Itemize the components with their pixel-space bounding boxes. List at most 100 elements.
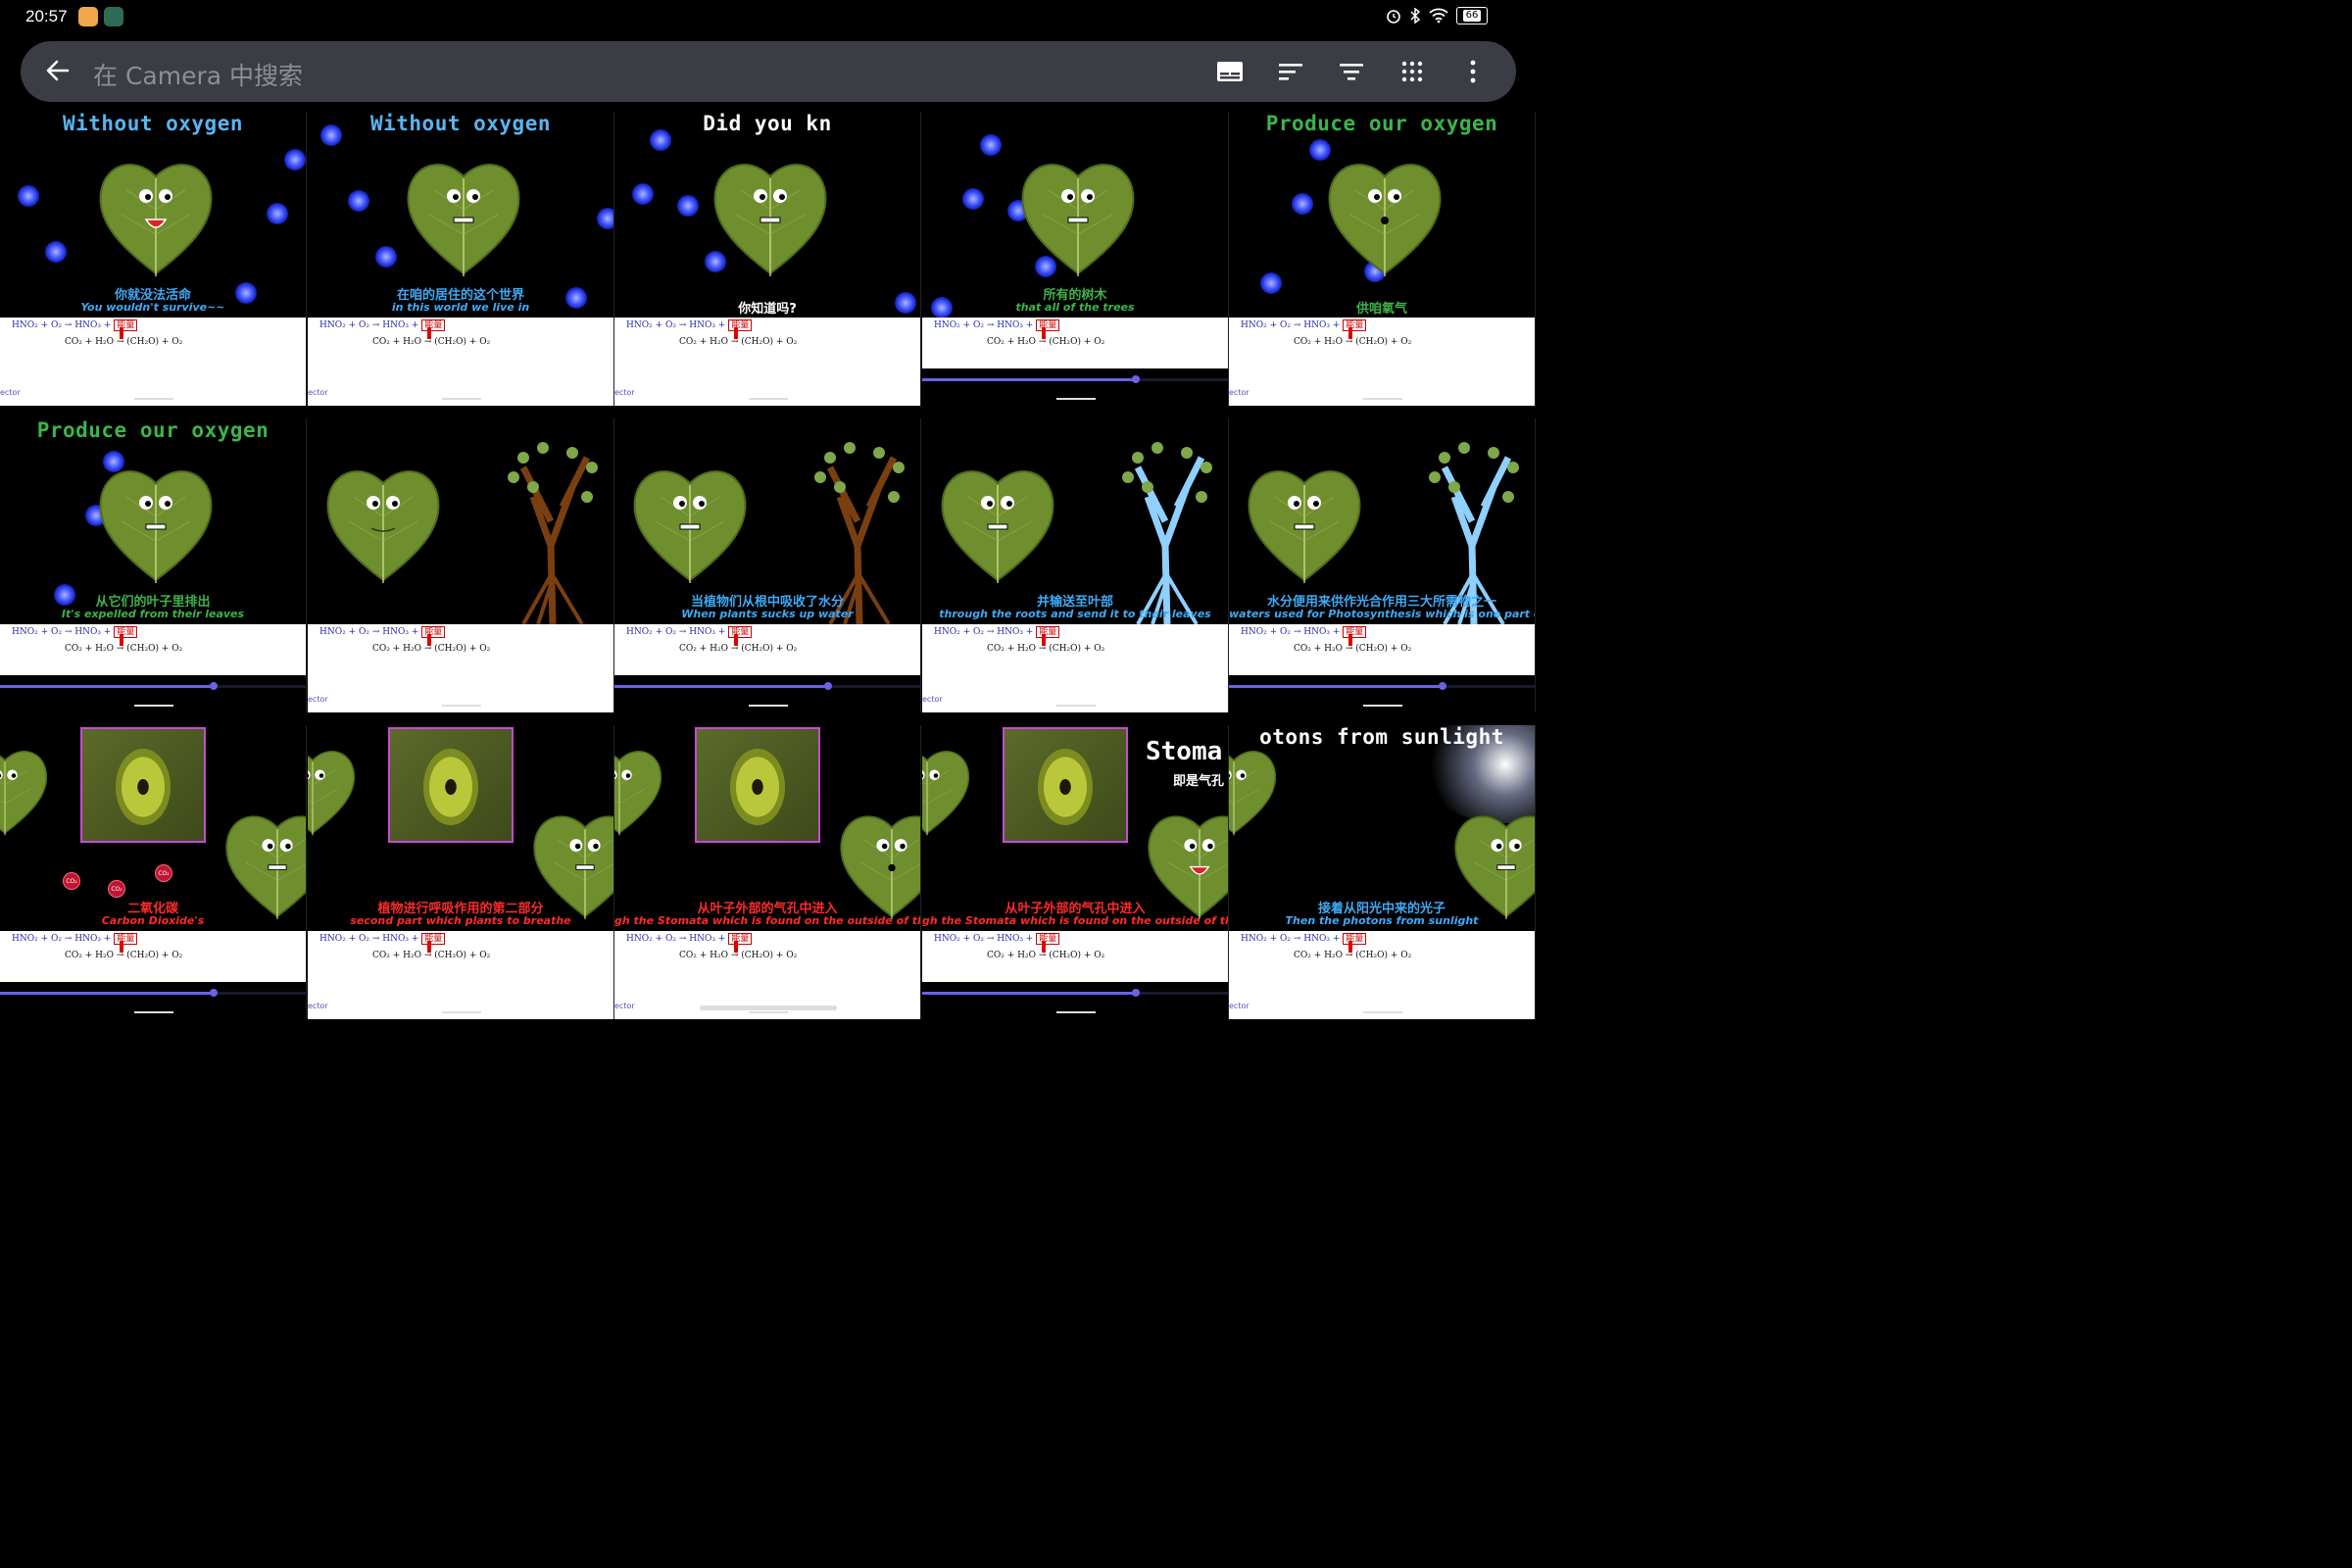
grid-icon[interactable] [1396,57,1428,86]
alarm-icon [1387,10,1400,24]
drag-handle[interactable] [134,398,173,400]
drag-handle[interactable] [134,1011,173,1013]
co2-molecule: CO₂ [63,872,80,890]
equation-photosynthesis: CO₂ + H₂O → (CH₂O) + O₂ [372,951,491,960]
drag-handle[interactable] [1056,1011,1096,1013]
lecture-slide: HNO₂ + O₂ → HNO₃ + 能量 CO₂ + H₂O → (CH₂O) … [308,624,613,712]
energy-box: 能量 [1036,319,1060,331]
equation-nitric-text: HNO₂ + O₂ → HNO₃ + [626,320,729,330]
lecture-slide: HNO₂ + O₂ → HNO₃ + 能量 CO₂ + H₂O → (CH₂O) … [308,931,613,1019]
equation-nitric-text: HNO₂ + O₂ → HNO₃ + [319,320,422,330]
video-frame: Produce our oxygen 供咱氧气 [1229,112,1535,318]
drag-handle[interactable] [442,398,481,400]
subtitle-chinese: 供咱氧气 [1355,302,1407,317]
playback-progress[interactable] [0,682,306,690]
slide-footer-text: ector [308,695,328,704]
drag-handle[interactable] [1363,705,1402,707]
video-frame: Without oxygen 在咱的居住的这个世界 in this world we… [308,112,613,318]
video-thumbnail[interactable]: 并输送至叶部 through the roots and send it to t… [922,418,1229,712]
drag-handle[interactable] [134,705,173,707]
progress-fill [1229,685,1444,688]
energy-box: 能量 [1036,626,1060,638]
playback-progress[interactable] [614,682,920,690]
drag-handle[interactable] [1056,398,1096,400]
drag-handle[interactable] [749,705,788,707]
equation-nitric: HNO₂ + O₂ → HNO₃ + 能量 [12,931,138,945]
equation-photosynthesis: CO₂ + H₂O → (CH₂O) + O₂ [372,337,491,347]
video-title-text: otons from sunlight [1259,725,1504,749]
equation-photosynthesis: CO₂ + H₂O → (CH₂O) + O₂ [1294,644,1412,654]
co2-molecule: CO₂ [155,864,172,882]
equation-nitric: HNO₂ + O₂ → HNO₃ + 能量 [626,624,753,638]
playback-progress[interactable] [0,989,306,997]
drag-handle[interactable] [1363,1011,1402,1013]
subtitle-english: through the roots and send it to their l… [939,608,1211,620]
leaf-character [1325,151,1445,282]
playback-progress[interactable] [922,989,1228,997]
drag-handle[interactable] [749,398,788,400]
equation-photosynthesis: CO₂ + H₂O → (CH₂O) + O₂ [65,337,183,347]
video-thumbnail[interactable]: 从叶子外部的气孔中进入 gh the Stomata which is found… [614,725,921,1019]
slide-footer-text: ector [614,388,635,397]
video-thumbnail[interactable]: 植物进行呼吸作用的第二部分 second part which plants to… [308,725,614,1019]
video-thumbnail[interactable]: Did you kn 你知道吗? HNO₂ + O₂ → HNO₃ + 能量 CO₂ … [614,112,921,406]
video-thumbnail[interactable]: 水分便用来供作光合作用三大所需物之一 waters used for Photos… [1229,418,1536,712]
video-thumbnail[interactable]: HNO₂ + O₂ → HNO₃ + 能量 CO₂ + H₂O → (CH₂O) … [308,418,614,712]
progress-fill [0,992,215,995]
subtitle-english: gh the Stomata which is found on the out… [614,914,920,927]
search-input[interactable]: 在 Camera 中搜索 [93,57,303,92]
equation-nitric-text: HNO₂ + O₂ → HNO₃ + [12,320,115,330]
battery-icon: 66 [1456,7,1488,24]
more-vert-icon[interactable] [1457,57,1489,86]
subtitle-english: waters used for Photosynthesis which is … [1229,608,1535,620]
back-arrow-icon[interactable] [42,55,74,86]
video-thumbnail[interactable]: 当植物们从根中吸收了水分 When plants sucks up water HN… [614,418,921,712]
lecture-slide: HNO₂ + O₂ → HNO₃ + 能量 CO₂ + H₂O → (CH₂O) … [1229,318,1535,406]
equation-nitric-text: HNO₂ + O₂ → HNO₃ + [12,934,115,944]
equation-nitric: HNO₂ + O₂ → HNO₃ + 能量 [1241,931,1367,945]
video-thumbnail[interactable]: 所有的树木 that all of the trees HNO₂ + O₂ → HN… [922,112,1229,406]
notification-robot-icon [104,7,123,26]
video-thumbnail[interactable]: Produce our oxygen 从它们的叶子里排出 It's expelled… [0,418,307,712]
progress-fill [614,685,829,688]
home-indicator[interactable] [700,1005,837,1010]
equation-nitric: HNO₂ + O₂ → HNO₃ + 能量 [1241,318,1367,331]
video-thumbnail[interactable]: otons from sunlight 接着从阳光中来的光子 Then the ph… [1229,725,1536,1019]
oxygen-dot [18,185,39,207]
subtitle-icon[interactable] [1214,57,1246,86]
video-thumbnail[interactable]: Without oxygen 你就没法活命 You wouldn't survive… [0,112,307,406]
leaf-character [96,458,216,589]
slide-footer-text: ector [308,388,328,397]
oxygen-dot [980,134,1002,156]
tree-illustration [494,428,612,624]
drag-handle[interactable] [1056,705,1096,707]
oxygen-dot [632,183,654,205]
drag-handle[interactable] [749,1011,788,1013]
stoma-opening [730,749,785,825]
subtitle-english: in this world we live in [391,301,530,314]
drag-handle[interactable] [1363,398,1402,400]
stoma-closeup [80,727,206,843]
playback-progress[interactable] [1229,682,1535,690]
video-frame: otons from sunlight 接着从阳光中来的光子 Then the ph… [1229,725,1535,931]
subtitle-english: It's expelled from their leaves [61,608,245,620]
stoma-label: Stoma [1146,737,1223,766]
video-thumbnail[interactable]: Stoma 即是气孔 从叶子外部的气孔中进入 gh the Stomata which… [922,725,1229,1019]
leaf-character [323,458,443,589]
drag-handle[interactable] [442,1011,481,1013]
oxygen-dot [677,195,699,217]
video-thumbnail[interactable]: Produce our oxygen 供咱氧气 HNO₂ + O₂ → HNO₃ +… [1229,112,1536,406]
equation-nitric: HNO₂ + O₂ → HNO₃ + 能量 [934,624,1060,638]
playback-progress[interactable] [922,375,1228,383]
video-thumbnail[interactable]: Without oxygen 在咱的居住的这个世界 in this world we… [308,112,614,406]
search-bar[interactable]: 在 Camera 中搜索 [21,41,1516,102]
equation-nitric-text: HNO₂ + O₂ → HNO₃ + [626,934,729,944]
drag-handle[interactable] [442,705,481,707]
sort-icon[interactable] [1275,57,1306,86]
stoma-closeup [1003,727,1128,843]
filter-icon[interactable] [1336,57,1367,86]
video-thumbnail[interactable]: CO₂ CO₂ CO₂ 二氧化碳 Carbon Dioxide's HNO₂ + O₂ →… [0,725,307,1019]
player-controls [922,982,1228,1019]
equation-photosynthesis: CO₂ + H₂O → (CH₂O) + O₂ [372,644,491,654]
toolbar [1214,57,1489,86]
